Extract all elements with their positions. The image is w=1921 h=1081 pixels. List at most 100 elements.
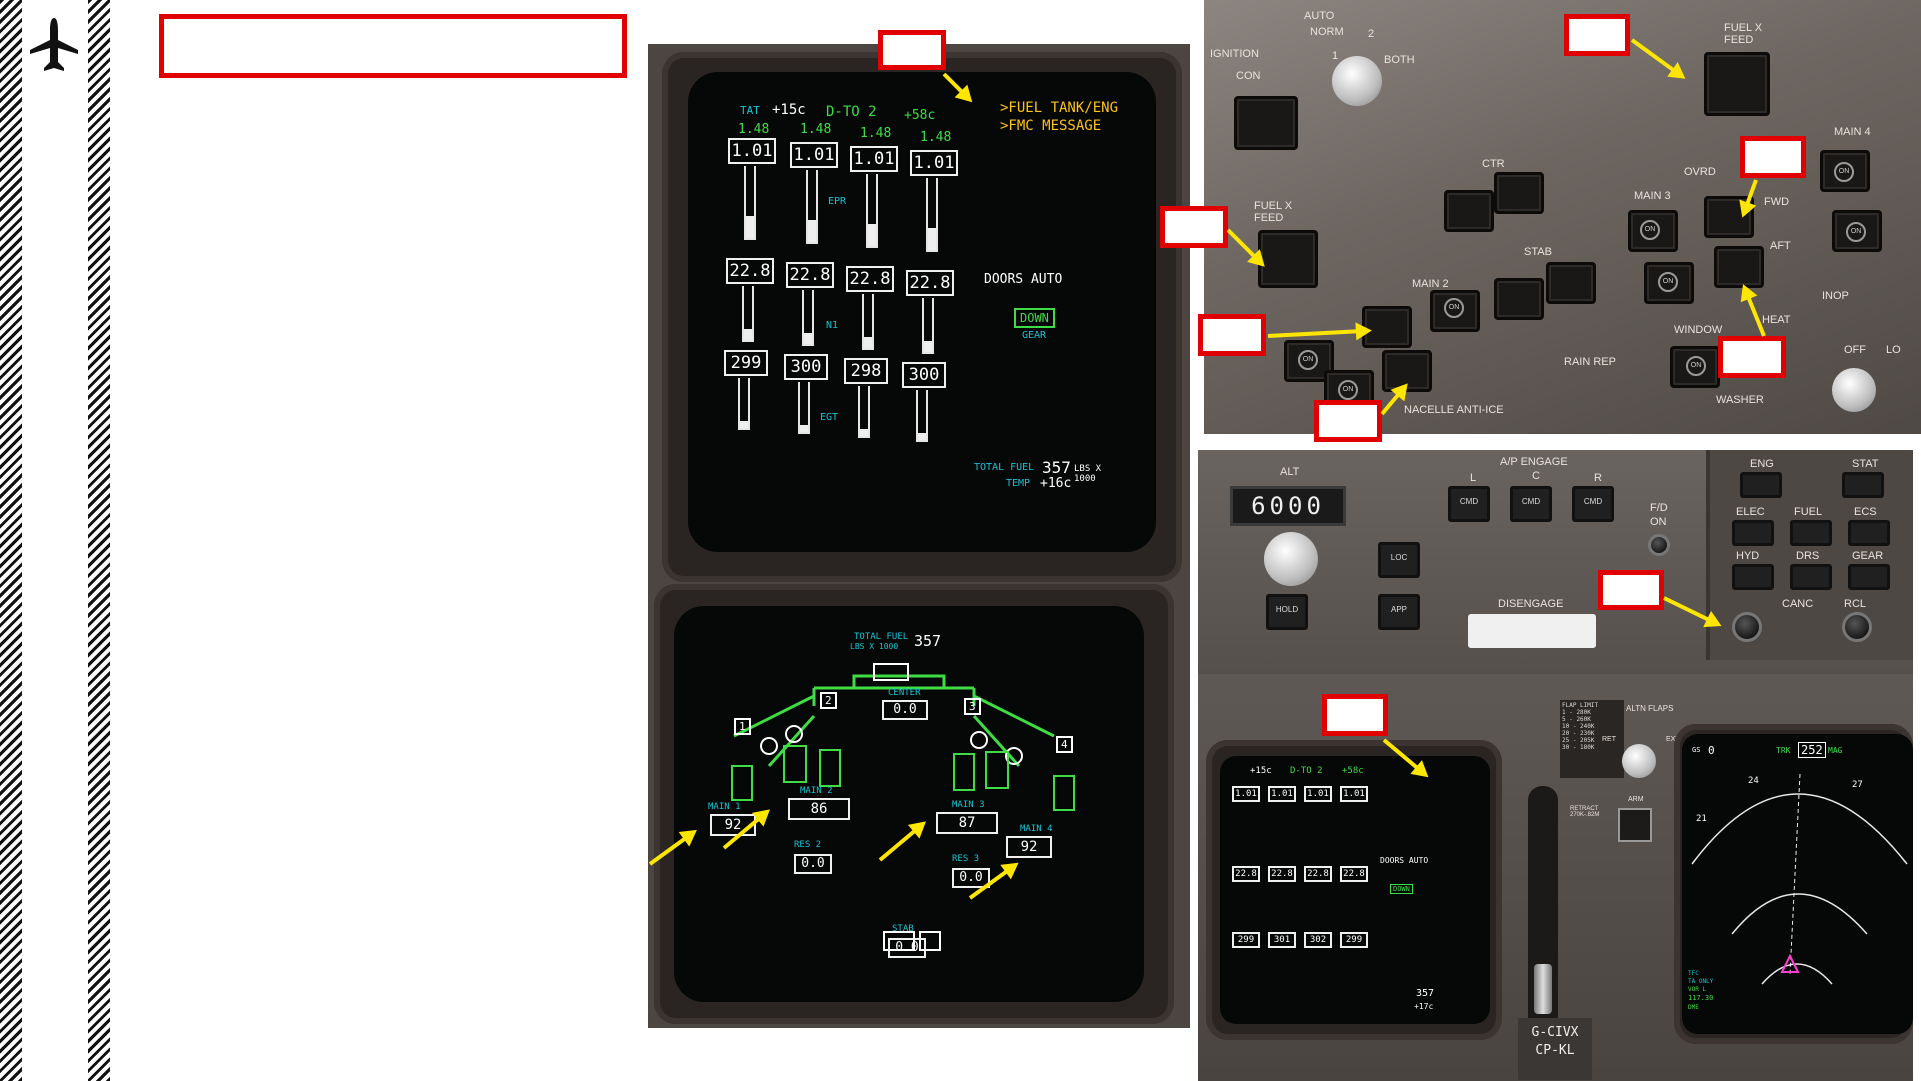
registration-plate: G-CIVX CP-KL [1518, 1018, 1592, 1080]
nacelle-label: NACELLE ANTI-ICE [1404, 404, 1504, 416]
egt-gauge-3 [858, 386, 870, 438]
fd-switch[interactable] [1648, 534, 1670, 556]
stab-value: 0.0 [888, 938, 926, 958]
loc-button[interactable]: LOC [1378, 542, 1420, 578]
alt-flaps-label: ALTN FLAPS [1626, 704, 1674, 713]
epr-readout-2: 1.01 [790, 142, 838, 168]
egt-readout-3: 298 [844, 358, 888, 384]
main4-label: MAIN 4 [1020, 824, 1053, 834]
disengage-bar[interactable] [1468, 614, 1596, 648]
flap-limit-title: FLAP LIMIT [1562, 702, 1599, 709]
nd-tfc-4: 117.30 [1688, 994, 1714, 1002]
main3-on-indicator: ON [1640, 220, 1660, 240]
key-gear-label: GEAR [1852, 550, 1884, 562]
tat-label: TAT [740, 104, 760, 117]
total-fuel-label: TOTAL FUEL [974, 462, 1035, 473]
ctr-l-pump[interactable] [1444, 190, 1494, 232]
ap-cmd-c-button[interactable]: CMD [1510, 486, 1552, 522]
canc-rcl-callout [1598, 570, 1664, 610]
key-eng[interactable] [1740, 472, 1782, 498]
main3-ovrd-aft[interactable] [1714, 246, 1764, 288]
epr-readout-1: 1.01 [728, 138, 776, 164]
key-fuel[interactable] [1790, 520, 1832, 546]
upper-eicas-screen: TAT +15c D-TO 2 +58c >FUEL TANK/ENG >FMC… [688, 72, 1156, 552]
mini-egt-4: 299 [1340, 932, 1368, 948]
wiper-knob[interactable] [1832, 368, 1876, 412]
flap-limit-3: 10 - 240K [1562, 723, 1595, 730]
ctr-r-pump[interactable] [1494, 172, 1544, 214]
washer-label: WASHER [1716, 394, 1764, 406]
arm-switch[interactable] [1618, 808, 1652, 842]
key-drs[interactable] [1790, 564, 1832, 590]
fuel-xfeed-4-button[interactable] [1704, 52, 1770, 116]
egt-gauge-2 [798, 382, 810, 434]
thrust-ref-mode: D-TO 2 [826, 104, 877, 120]
n1-label: N1 [826, 320, 839, 331]
fuel-xfeed-4-label: FUEL X FEED [1724, 22, 1763, 46]
stab-label: STAB [1524, 246, 1552, 258]
stab-l-pump[interactable] [1494, 278, 1544, 320]
nd-tick-24: 24 [1748, 776, 1759, 786]
lower-eicas-callout [1322, 694, 1388, 736]
n1-readout-3: 22.8 [846, 266, 894, 292]
key-stat-label: STAT [1852, 458, 1879, 470]
inop-label: INOP [1822, 290, 1849, 302]
ap-r-label: R [1594, 472, 1602, 484]
key-elec[interactable] [1732, 520, 1774, 546]
fuel-temp-label: TEMP [1006, 478, 1031, 489]
fuel-xfeed-1-label: FUEL X FEED [1254, 200, 1293, 224]
ignition-label: IGNITION [1210, 48, 1259, 60]
fuel-xfeed-1-callout [1160, 206, 1228, 248]
engine-3-marker: 3 [964, 698, 981, 715]
main-2-callout [1198, 314, 1266, 356]
aft-label: AFT [1770, 240, 1791, 252]
egt-readout-4: 300 [902, 362, 946, 388]
alt-flaps-knob[interactable] [1622, 744, 1656, 778]
n1-gauge-1 [742, 286, 754, 342]
key-hyd[interactable] [1732, 564, 1774, 590]
key-ecs[interactable] [1848, 520, 1890, 546]
canc-button[interactable] [1732, 612, 1762, 642]
fuel-temp-value: +16c [1040, 476, 1072, 491]
forward-panel-photo: +15c D-TO 2 +58c 1.01 1.01 1.01 1.01 22.… [1198, 674, 1913, 1081]
app-button[interactable]: APP [1378, 594, 1420, 630]
mini-n1-3: 22.8 [1304, 866, 1332, 882]
con-ignition-button[interactable] [1234, 96, 1298, 150]
egt-label: EGT [820, 412, 839, 423]
rcl-button[interactable] [1842, 612, 1872, 642]
ap-cmd-l-button[interactable]: CMD [1448, 486, 1490, 522]
tat-value: +15c [772, 102, 806, 118]
hold-button[interactable]: HOLD [1266, 594, 1308, 630]
mini-gear-state: DOWN [1390, 884, 1413, 894]
one-label: 1 [1332, 50, 1339, 62]
alt-knob[interactable] [1264, 532, 1318, 586]
ignition-selector-knob[interactable] [1332, 56, 1382, 106]
gear-lever[interactable] [1534, 964, 1552, 1014]
mini-n1-2: 22.8 [1268, 866, 1296, 882]
registration-top: G-CIVX [1531, 1025, 1579, 1040]
retract-label: RETRACT 270K-.82M [1570, 806, 1600, 818]
flap-limit-1: 1 - 280K [1562, 709, 1591, 716]
ap-cmd-r-button[interactable]: CMD [1572, 486, 1614, 522]
egt-gauge-1 [738, 378, 750, 430]
engine-4-marker: 4 [1056, 736, 1073, 753]
key-drs-label: DRS [1796, 550, 1820, 562]
key-gear[interactable] [1848, 564, 1890, 590]
mini-eicas-screen: +15c D-TO 2 +58c 1.01 1.01 1.01 1.01 22.… [1220, 756, 1490, 1024]
epr-max-1: 1.48 [738, 122, 770, 137]
key-stat[interactable] [1842, 472, 1884, 498]
ap-engage-label: A/P ENGAGE [1500, 456, 1568, 468]
eicas-message-callout [878, 30, 946, 70]
doors-status: DOORS AUTO [984, 272, 1063, 287]
epr-gauge-2 [806, 170, 818, 244]
stab-r-pump[interactable] [1546, 262, 1596, 304]
main4-fwd-on: ON [1834, 162, 1854, 182]
nd-tick-27: 27 [1852, 780, 1863, 790]
center-tank-value: 0.0 [882, 700, 928, 720]
epr-readout-3: 1.01 [850, 146, 898, 172]
eicas-photo: TAT +15c D-TO 2 +58c >FUEL TANK/ENG >FMC… [648, 44, 1190, 1028]
nacelle-2-on: ON [1338, 380, 1358, 400]
main4-label: MAIN 4 [1834, 126, 1871, 138]
mini-tat: +15c [1250, 766, 1272, 776]
ap-l-label: L [1470, 472, 1477, 484]
